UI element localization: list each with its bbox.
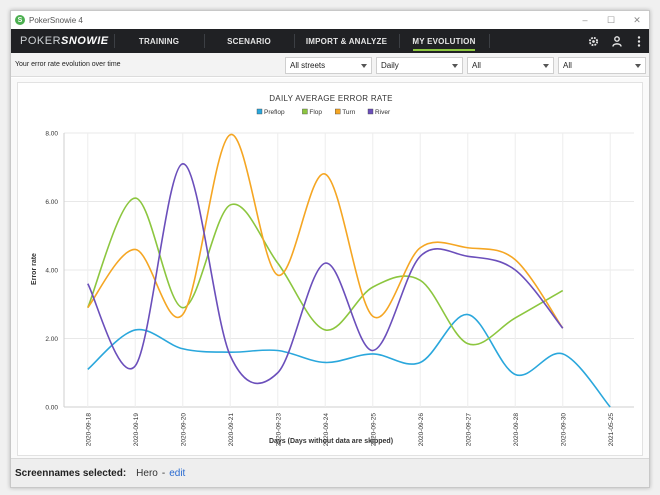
edit-screennames-link[interactable]: edit xyxy=(169,468,185,479)
main-navbar: POKERSNOWIE TRAINING SCENARIO IMPORT & A… xyxy=(11,29,649,53)
nav-divider xyxy=(489,34,490,48)
app-window: S PokerSnowie 4 – ☐ ✕ POKERSNOWIE TRAINI… xyxy=(10,10,650,488)
chevron-down-icon xyxy=(543,64,549,68)
chart-panel: DAILY AVERAGE ERROR RATE Preflop Flop Turn… xyxy=(17,82,643,456)
x-tick-label: 2020-09-19 xyxy=(133,413,140,447)
filter-select-4-value: All xyxy=(563,61,572,70)
x-tick-label: 2020-09-20 xyxy=(180,413,187,447)
x-axis-label: Days (Days without data are skipped) xyxy=(269,438,393,445)
legend-label-river: River xyxy=(375,109,391,116)
logo-brand: SNOWIE xyxy=(61,35,109,47)
tab-scenario[interactable]: SCENARIO xyxy=(204,29,294,53)
minimize-button[interactable]: – xyxy=(571,11,599,29)
y-tick-label: 2.00 xyxy=(45,336,58,343)
x-tick-label: 2020-09-27 xyxy=(465,413,472,447)
legend-swatch-preflop xyxy=(256,108,263,115)
series-line-preflop xyxy=(87,313,611,408)
x-tick-label: 2020-09-28 xyxy=(513,413,520,447)
filter-select-4[interactable]: All xyxy=(558,57,646,74)
filter-select-3-value: All xyxy=(472,61,481,70)
chart-grid xyxy=(63,132,634,408)
chart-title: DAILY AVERAGE ERROR RATE xyxy=(269,94,393,103)
window-title: PokerSnowie 4 xyxy=(29,15,83,25)
legend-label-turn: Turn xyxy=(342,109,356,116)
legend-label-preflop: Preflop xyxy=(264,109,285,116)
legend-swatch-flop xyxy=(302,108,308,115)
y-tick-label: 6.00 xyxy=(45,199,58,206)
chart-area: DAILY AVERAGE ERROR RATE Preflop Flop Turn… xyxy=(11,78,649,460)
screenname-separator: - xyxy=(161,467,166,479)
gear-icon[interactable] xyxy=(585,29,601,53)
tab-my-evolution[interactable]: MY EVOLUTION xyxy=(399,29,489,53)
x-tick-label: 2021-05-25 xyxy=(608,413,615,447)
chart-legend: Preflop Flop Turn River xyxy=(256,108,391,116)
title-bar: S PokerSnowie 4 – ☐ ✕ xyxy=(11,11,649,29)
logo-prefix: POKER xyxy=(20,35,62,47)
period-select[interactable]: Daily xyxy=(376,57,463,74)
error-rate-chart: DAILY AVERAGE ERROR RATE Preflop Flop Turn… xyxy=(31,94,634,447)
x-tick-label: 2020-09-26 xyxy=(418,413,425,447)
screennames-bar: Screennames selected: Hero - edit xyxy=(11,458,649,487)
period-select-value: Daily xyxy=(381,61,399,70)
chart-series xyxy=(87,133,611,408)
screennames-label: Screennames selected: xyxy=(15,467,127,479)
x-tick-label: 2020-09-30 xyxy=(560,413,567,447)
legend-swatch-turn xyxy=(335,108,341,115)
filter-select-3[interactable]: All xyxy=(467,57,554,74)
screenname-value: Hero xyxy=(136,467,158,479)
tab-import-analyze[interactable]: IMPORT & ANALYZE xyxy=(294,29,399,53)
brand-logo: POKERSNOWIE xyxy=(20,35,109,47)
close-button[interactable]: ✕ xyxy=(623,11,649,29)
y-tick-label: 8.00 xyxy=(45,131,58,138)
evolution-caption: Your error rate evolution over time xyxy=(15,61,121,68)
y-tick-label: 4.00 xyxy=(45,268,58,275)
chevron-down-icon xyxy=(361,64,367,68)
x-tick-label: 2020-09-21 xyxy=(228,413,235,447)
user-icon[interactable] xyxy=(609,29,625,53)
legend-swatch-river xyxy=(367,108,374,115)
street-select-value: All streets xyxy=(290,61,326,70)
street-select[interactable]: All streets xyxy=(285,57,372,74)
chevron-down-icon xyxy=(452,64,458,68)
app-logo-icon: S xyxy=(15,15,25,25)
maximize-button[interactable]: ☐ xyxy=(597,11,625,29)
legend-label-flop: Flop xyxy=(309,109,322,116)
tab-training[interactable]: TRAINING xyxy=(114,29,204,53)
filter-bar: Your error rate evolution over time All … xyxy=(11,53,649,77)
more-vertical-icon[interactable] xyxy=(631,29,647,53)
chevron-down-icon xyxy=(635,64,641,68)
y-tick-label: 0.00 xyxy=(45,405,58,412)
y-axis-ticks: 0.00 2.00 4.00 6.00 8.00 xyxy=(45,131,58,412)
x-tick-label: 2020-09-18 xyxy=(85,413,92,447)
y-axis-label: Error rate xyxy=(31,253,38,285)
